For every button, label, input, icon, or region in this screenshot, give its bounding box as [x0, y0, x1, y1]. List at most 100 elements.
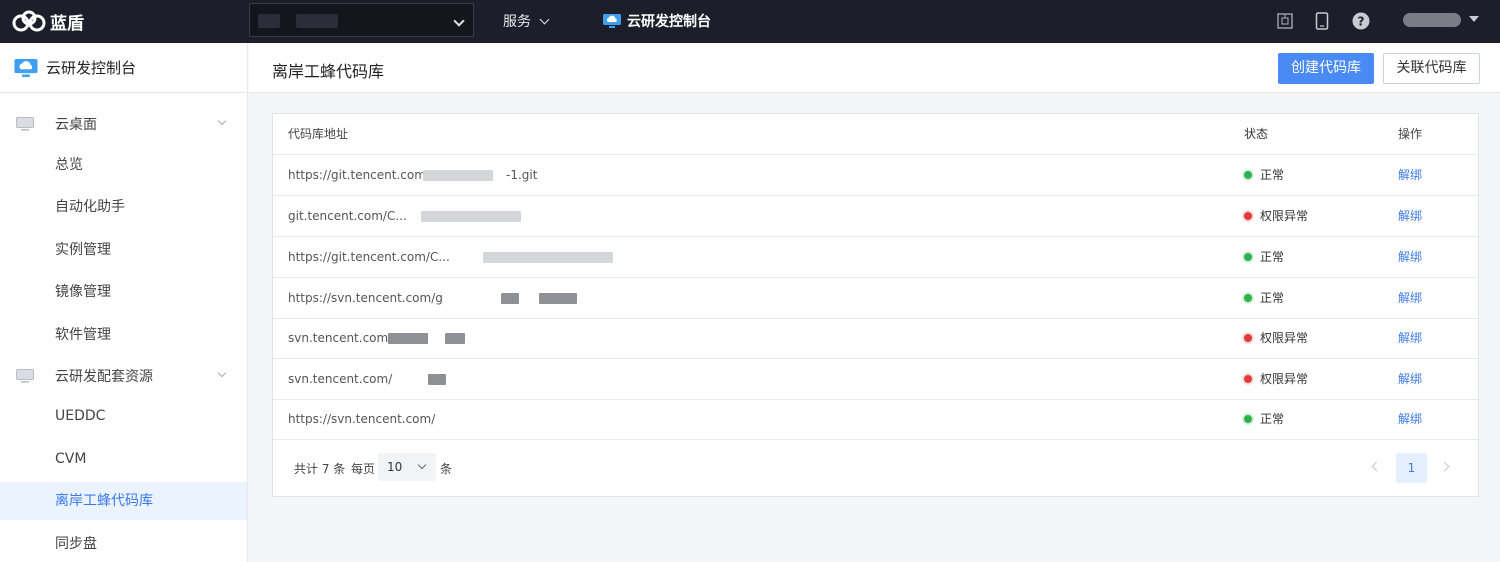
unbind-link[interactable]: 解绑	[1398, 196, 1422, 236]
redacted-text	[423, 170, 493, 181]
brand[interactable]: 蓝盾	[12, 8, 84, 34]
sidebar-item-images[interactable]: 镜像管理	[0, 273, 247, 311]
cloud-monitor-icon	[603, 14, 621, 28]
cloud-monitor-icon	[14, 58, 38, 77]
chevron-down-icon	[217, 368, 227, 378]
page-size-value: 10	[387, 460, 403, 474]
monitor-icon	[16, 369, 34, 383]
project-name-redacted	[258, 14, 280, 28]
status-badge: 正常	[1244, 278, 1284, 318]
page-size-select[interactable]: 10	[378, 453, 436, 481]
repo-address: https://svn.tencent.com/g	[288, 291, 443, 305]
create-repo-button[interactable]: 创建代码库	[1278, 53, 1374, 84]
sidebar-item-software[interactable]: 软件管理	[0, 316, 247, 354]
sidebar-group-cloud-desktop[interactable]: 云桌面	[0, 104, 247, 144]
redacted-text	[501, 293, 519, 304]
unbind-link[interactable]: 解绑	[1398, 237, 1422, 277]
status-error-dot-icon	[1244, 334, 1252, 342]
column-header-address: 代码库地址	[288, 127, 349, 141]
sidebar-item-sync-disk[interactable]: 同步盘	[0, 525, 247, 562]
total-count: 共计 7 条	[294, 462, 346, 476]
redacted-text	[428, 374, 446, 385]
chevron-left-icon[interactable]	[1371, 461, 1382, 472]
chevron-right-icon[interactable]	[1439, 461, 1450, 472]
table-row: svn.tencent.com/ 权限异常 解绑	[273, 318, 1478, 359]
table-row: https://git.tencent.com/ -1.git 正常 解绑	[273, 155, 1478, 196]
services-label: 服务	[503, 14, 531, 30]
status-ok-dot-icon	[1244, 415, 1252, 423]
status-badge: 权限异常	[1244, 318, 1308, 358]
sidebar-item-automation[interactable]: 自动化助手	[0, 188, 247, 226]
redacted-text	[445, 333, 465, 344]
link-repo-button[interactable]: 关联代码库	[1383, 53, 1480, 84]
status-error-dot-icon	[1244, 375, 1252, 383]
unbind-link[interactable]: 解绑	[1398, 359, 1422, 399]
user-name-redacted[interactable]	[1403, 13, 1461, 27]
redacted-text	[483, 252, 613, 263]
per-page-label: 每页	[351, 462, 376, 476]
qrcode-icon[interactable]	[1276, 12, 1294, 30]
column-header-action: 操作	[1398, 127, 1423, 141]
chevron-down-icon	[539, 14, 550, 24]
redacted-text	[421, 211, 521, 222]
status-ok-dot-icon	[1244, 253, 1252, 261]
repo-address: git.tencent.com/C...	[288, 209, 407, 223]
table-row: git.tencent.com/C... 权限异常 解绑	[273, 196, 1478, 237]
status-badge: 正常	[1244, 399, 1284, 439]
redacted-text	[539, 293, 577, 304]
status-error-dot-icon	[1244, 212, 1252, 220]
unbind-link[interactable]: 解绑	[1398, 155, 1422, 195]
table-row: https://svn.tencent.com/ 正常 解绑	[273, 399, 1478, 440]
table-row: https://svn.tencent.com/g 正常 解绑	[273, 278, 1478, 319]
sidebar-item-ueddc[interactable]: UEDDC	[0, 397, 247, 435]
sidebar-item-cvm[interactable]: CVM	[0, 440, 247, 478]
sidebar: 云研发控制台 云桌面 总览 自动化助手 实例管理 镜像管理 软件管理 云研发配套…	[0, 43, 248, 562]
page-size-unit: 条	[440, 462, 453, 476]
project-select[interactable]	[249, 3, 474, 37]
table-header: 代码库地址 状态 操作	[273, 114, 1478, 155]
table-row: svn.tencent.com/ 权限异常 解绑	[273, 359, 1478, 400]
status-badge: 权限异常	[1244, 359, 1308, 399]
repo-table: 代码库地址 状态 操作 https://git.tencent.com/ -1.…	[272, 113, 1479, 497]
unbind-link[interactable]: 解绑	[1398, 318, 1422, 358]
redacted-text	[388, 333, 428, 344]
table-row: https://git.tencent.com/C... 正常 解绑	[273, 237, 1478, 278]
caret-down-icon[interactable]	[1469, 16, 1479, 22]
column-header-status: 状态	[1244, 127, 1269, 141]
console-link[interactable]: 云研发控制台	[603, 11, 711, 31]
repo-address-tail: -1.git	[506, 168, 538, 182]
repo-address: https://git.tencent.com/	[288, 168, 430, 182]
sidebar-group-resources[interactable]: 云研发配套资源	[0, 356, 247, 396]
status-badge: 正常	[1244, 155, 1284, 195]
status-badge: 正常	[1244, 237, 1284, 277]
top-navbar: 蓝盾 服务 云研发控制台 ?	[0, 0, 1500, 43]
current-page-button[interactable]: 1	[1396, 453, 1427, 483]
chevron-down-icon	[217, 116, 227, 126]
project-name-redacted	[296, 14, 338, 28]
help-icon[interactable]: ?	[1352, 12, 1370, 30]
mobile-icon[interactable]	[1313, 12, 1331, 30]
pagination-bar: 共计 7 条 每页 10 条 1	[273, 439, 1478, 497]
group-label: 云桌面	[55, 117, 97, 133]
sidebar-item-instances[interactable]: 实例管理	[0, 231, 247, 269]
brand-name: 蓝盾	[50, 13, 84, 34]
services-menu[interactable]: 服务	[503, 11, 550, 31]
group-label: 云研发配套资源	[55, 369, 153, 385]
status-badge: 权限异常	[1244, 196, 1308, 236]
sidebar-header: 云研发控制台	[0, 43, 247, 93]
console-label: 云研发控制台	[627, 14, 711, 30]
repo-address: svn.tencent.com/	[288, 331, 393, 345]
brand-logo-icon	[12, 10, 46, 32]
monitor-icon	[16, 117, 34, 131]
chevron-down-icon	[417, 460, 427, 470]
sidebar-title: 云研发控制台	[46, 59, 137, 77]
status-ok-dot-icon	[1244, 171, 1252, 179]
page-title: 离岸工蜂代码库	[272, 62, 385, 81]
unbind-link[interactable]: 解绑	[1398, 278, 1422, 318]
repo-address: svn.tencent.com/	[288, 372, 393, 386]
sidebar-item-overview[interactable]: 总览	[0, 146, 247, 184]
status-ok-dot-icon	[1244, 294, 1252, 302]
unbind-link[interactable]: 解绑	[1398, 399, 1422, 439]
sidebar-item-offshore-repos[interactable]: 离岸工蜂代码库	[0, 482, 247, 520]
page-header: 离岸工蜂代码库 创建代码库 关联代码库	[249, 43, 1500, 93]
